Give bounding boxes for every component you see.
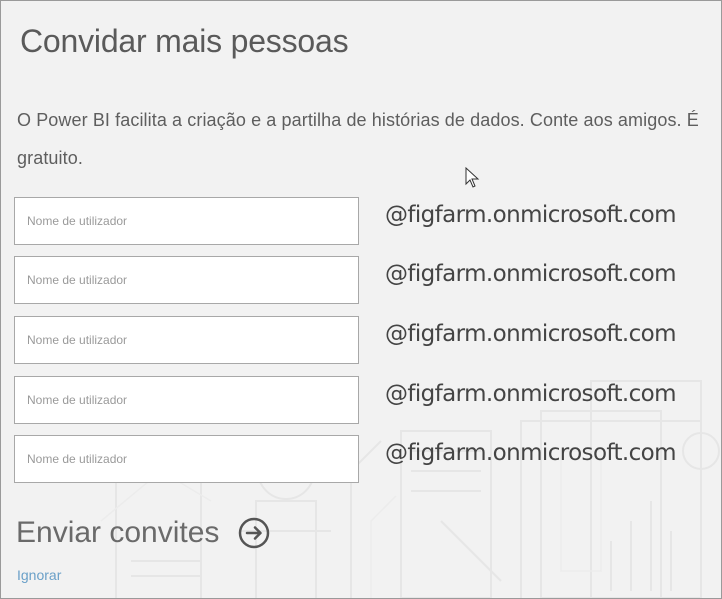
domain-suffix: @figfarm.onmicrosoft.com	[385, 381, 677, 407]
invite-row: @figfarm.onmicrosoft.com	[14, 435, 677, 483]
invite-row: @figfarm.onmicrosoft.com	[14, 376, 677, 424]
mouse-pointer-icon	[465, 167, 480, 188]
invite-row: @figfarm.onmicrosoft.com	[14, 256, 677, 304]
domain-suffix: @figfarm.onmicrosoft.com	[385, 440, 677, 466]
invite-dialog: Convidar mais pessoas O Power BI facilit…	[0, 0, 722, 599]
domain-suffix: @figfarm.onmicrosoft.com	[385, 261, 677, 287]
domain-suffix: @figfarm.onmicrosoft.com	[385, 321, 677, 347]
arrow-right-circle-icon[interactable]	[238, 517, 270, 549]
dialog-title: Convidar mais pessoas	[20, 23, 349, 59]
send-invites-label: Enviar convites	[16, 516, 220, 549]
username-input[interactable]	[14, 197, 359, 245]
domain-suffix: @figfarm.onmicrosoft.com	[385, 202, 677, 228]
invite-row: @figfarm.onmicrosoft.com	[14, 197, 677, 245]
username-input[interactable]	[14, 376, 359, 424]
invite-row: @figfarm.onmicrosoft.com	[14, 316, 677, 364]
send-invites-button[interactable]: Enviar convites	[16, 513, 270, 553]
ignore-link[interactable]: Ignorar	[17, 567, 61, 583]
username-input[interactable]	[14, 316, 359, 364]
username-input[interactable]	[14, 256, 359, 304]
dialog-description: O Power BI facilita a criação e a partil…	[17, 110, 699, 168]
username-input[interactable]	[14, 435, 359, 483]
